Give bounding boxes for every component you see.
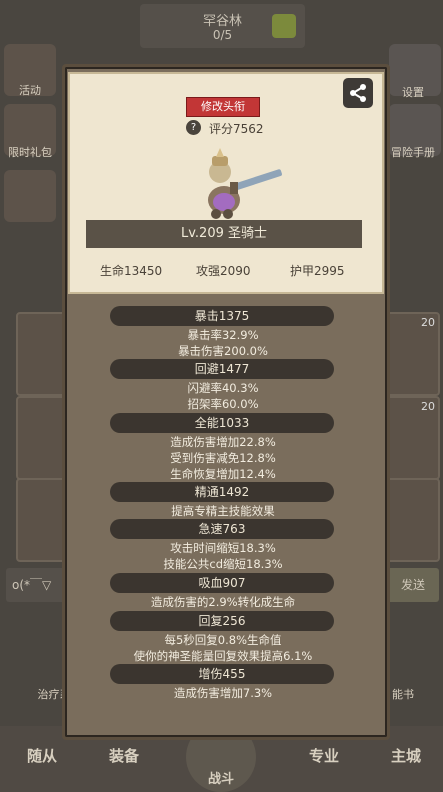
edit-title-button[interactable]: 修改头衔: [186, 97, 260, 117]
event-label: 活动: [19, 84, 41, 97]
share-icon: [350, 84, 366, 102]
damage-bonus-header: 增伤455: [110, 664, 334, 684]
card-count: 20: [421, 400, 435, 413]
stat-detail: 闪避率40.3%: [187, 381, 259, 395]
hp-stat: 生命13450: [100, 264, 163, 278]
stat-detail: 造成伤害的2.9%转化成生命: [150, 595, 296, 609]
haste-header: 急速763: [110, 519, 334, 539]
card-slot[interactable]: [384, 478, 440, 562]
hero-shortcut-button[interactable]: [4, 170, 56, 222]
nav-battle[interactable]: 战斗: [186, 768, 256, 787]
stat-detail: 技能公共cd缩短18.3%: [163, 557, 283, 571]
stat-detail: 提高专精主技能效果: [171, 504, 275, 518]
regen-header: 回复256: [110, 611, 334, 631]
leech-header: 吸血907: [110, 573, 334, 593]
stat-detail: 造成伤害增加7.3%: [173, 686, 273, 700]
stat-detail: 生命恢复增加12.4%: [170, 467, 276, 481]
score: 评分7562: [209, 122, 264, 136]
stat-detail: 暴击率32.9%: [187, 328, 259, 342]
level-class-bar: Lv.209 圣骑士: [86, 220, 362, 248]
attack-stat: 攻强2090: [196, 264, 251, 278]
adventure-manual-label: 冒险手册: [391, 146, 435, 159]
card-slot[interactable]: 20: [384, 312, 440, 396]
stat-detail: 受到伤害减免12.8%: [170, 451, 276, 465]
avoidance-header: 回避1477: [110, 359, 334, 379]
card-slot[interactable]: 20: [384, 396, 440, 480]
crit-header: 暴击1375: [110, 306, 334, 326]
switch-map-button[interactable]: [272, 14, 296, 38]
share-button[interactable]: [343, 78, 373, 108]
versatility-header: 全能1033: [110, 413, 334, 433]
stat-detail: 每5秒回复0.8%生命值: [164, 633, 282, 647]
paladin-character-sprite: [208, 148, 282, 219]
stat-detail: 暴击伤害200.0%: [178, 344, 268, 358]
stat-detail: 使你的神圣能量回复效果提高6.1%: [133, 649, 313, 663]
stat-detail: 造成伤害增加22.8%: [170, 435, 276, 449]
send-button[interactable]: 发送: [387, 568, 439, 602]
armor-stat: 护甲2995: [290, 264, 345, 278]
card-count: 20: [421, 316, 435, 329]
mastery-header: 精通1492: [110, 482, 334, 502]
stat-detail: 招架率60.0%: [187, 397, 259, 411]
stat-detail: 攻击时间缩短18.3%: [170, 541, 276, 555]
settings-label: 设置: [402, 86, 424, 99]
help-icon[interactable]: ?: [186, 120, 201, 135]
gift-pack-label: 限时礼包: [8, 146, 52, 159]
